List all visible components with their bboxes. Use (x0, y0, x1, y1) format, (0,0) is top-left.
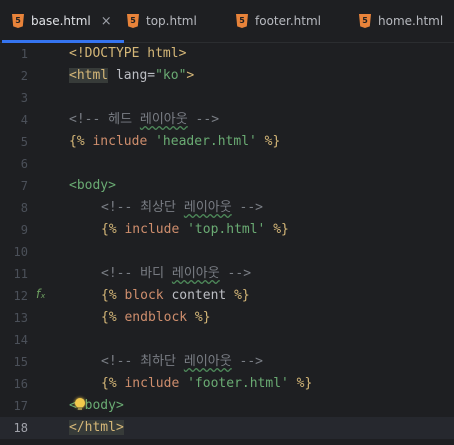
code-line-8: <!-- 최상단 레이아웃 --> (101, 200, 264, 215)
line-number: 17 (13, 399, 28, 413)
html5-icon: 5 (12, 14, 24, 28)
tab-label: footer.html (255, 14, 321, 28)
tab-footer-html[interactable]: 5 footer.html (236, 0, 321, 42)
line-number: 16 (13, 377, 28, 391)
line-number: 1 (20, 47, 28, 61)
tab-base-html[interactable]: 5 base.html × (2, 0, 124, 43)
line-number: 6 (20, 157, 28, 171)
code-line-4: <!-- 헤드 레이아웃 --> (69, 112, 220, 127)
code-line-18: </html> (69, 420, 124, 435)
line-number: 13 (13, 311, 28, 325)
code-line-1: <!DOCTYPE html> (69, 46, 187, 61)
line-number: 15 (13, 355, 28, 369)
lightbulb-icon[interactable] (75, 398, 85, 410)
line-number-current: 18 (13, 421, 28, 435)
line-number: 7 (20, 179, 28, 193)
line-number: 5 (20, 135, 28, 149)
tab-home-html[interactable]: 5 home.html (359, 0, 443, 42)
line-number: 10 (13, 245, 28, 259)
tab-label: base.html (31, 14, 91, 28)
line-number: 3 (20, 91, 28, 105)
html5-icon: 5 (359, 14, 371, 28)
code-line-7: <body> (69, 178, 116, 193)
code-line-2: <html lang="ko"> (69, 68, 195, 83)
line-number: 12 (13, 289, 28, 303)
line-number: 14 (13, 333, 28, 347)
code-line-9: {% include 'top.html' %} (101, 222, 289, 237)
function-marker-icon[interactable]: fₓ (36, 287, 46, 301)
line-number: 9 (20, 223, 28, 237)
code-line-13: {% endblock %} (101, 310, 211, 325)
html5-icon: 5 (236, 14, 248, 28)
line-number: 11 (13, 267, 28, 281)
code-line-12: {% block content %} (101, 288, 250, 303)
line-number: 4 (20, 113, 28, 127)
code-line-11: <!-- 바디 레이아웃 --> (101, 266, 252, 281)
tab-top-html[interactable]: 5 top.html (127, 0, 197, 42)
line-number: 2 (20, 69, 28, 83)
code-line-15: <!-- 최하단 레이아웃 --> (101, 354, 264, 369)
close-icon[interactable]: × (101, 14, 112, 29)
editor-tab-bar: 5 base.html × 5 top.html 5 footer.html 5… (0, 0, 454, 43)
code-line-5: {% include 'header.html' %} (69, 134, 281, 149)
code-line-16: {% include 'footer.html' %} (101, 376, 313, 391)
tab-label: top.html (146, 14, 197, 28)
tab-label: home.html (378, 14, 444, 28)
html5-icon: 5 (127, 14, 139, 28)
line-number: 8 (20, 201, 28, 215)
